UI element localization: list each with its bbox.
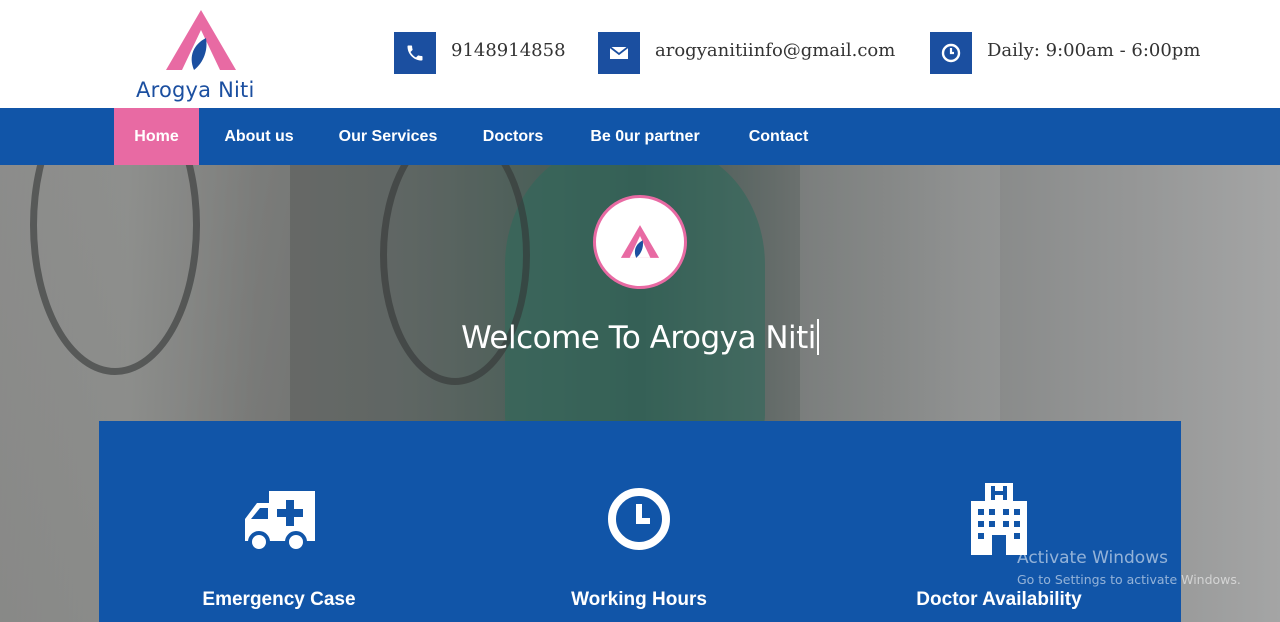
envelope-icon [598,32,640,74]
watermark-title: Activate Windows [1017,548,1168,568]
phone-number[interactable]: 9148914858 [451,40,566,61]
feature-working-hours[interactable]: Working Hours [459,421,819,622]
clock-icon [930,32,972,74]
brand-name: Arogya Niti [136,78,255,102]
feature-title: Doctor Availability [916,589,1082,610]
nav-home[interactable]: Home [114,108,199,165]
contact-phone: 9148914858 [394,32,566,74]
feature-title: Working Hours [571,589,707,610]
feature-doctor-availability[interactable]: Doctor Availability [819,421,1179,622]
hero-logo-badge [593,195,687,289]
text-cursor [816,319,819,355]
main-navigation: Home About us Our Services Doctors Be 0u… [0,108,1280,165]
email-address[interactable]: arogyanitiinfo@gmail.com [655,40,895,61]
contact-hours: Daily: 9:00am - 6:00pm [930,32,1200,74]
logo-mark-icon [620,225,660,258]
watermark-subtitle: Go to Settings to activate Windows. [1017,572,1241,587]
nav-contact[interactable]: Contact [736,108,821,165]
phone-icon [394,32,436,74]
nav-doctors[interactable]: Doctors [473,108,553,165]
brand-logo[interactable]: Arogya Niti [134,8,274,102]
windows-activation-watermark: Activate Windows Go to Settings to activ… [1017,548,1241,587]
ambulance-icon [99,487,459,557]
top-header: Arogya Niti 9148914858 arogyanitiinfo@gm… [0,0,1280,108]
clock-icon [459,487,819,557]
nav-our-services[interactable]: Our Services [328,108,448,165]
hero-heading: Welcome To Arogya Niti [0,319,1280,356]
contact-email: arogyanitiinfo@gmail.com [598,32,895,74]
nav-about-us[interactable]: About us [214,108,304,165]
feature-emergency-case[interactable]: Emergency Case [99,421,459,622]
working-hours-text: Daily: 9:00am - 6:00pm [987,39,1201,61]
features-panel: Emergency Case Working Hours Doctor Avai… [99,421,1181,622]
feature-title: Emergency Case [202,589,356,610]
hero-heading-text: Welcome To Arogya Niti [461,320,816,356]
logo-mark-icon [166,10,236,70]
nav-be-our-partner[interactable]: Be 0ur partner [578,108,712,165]
